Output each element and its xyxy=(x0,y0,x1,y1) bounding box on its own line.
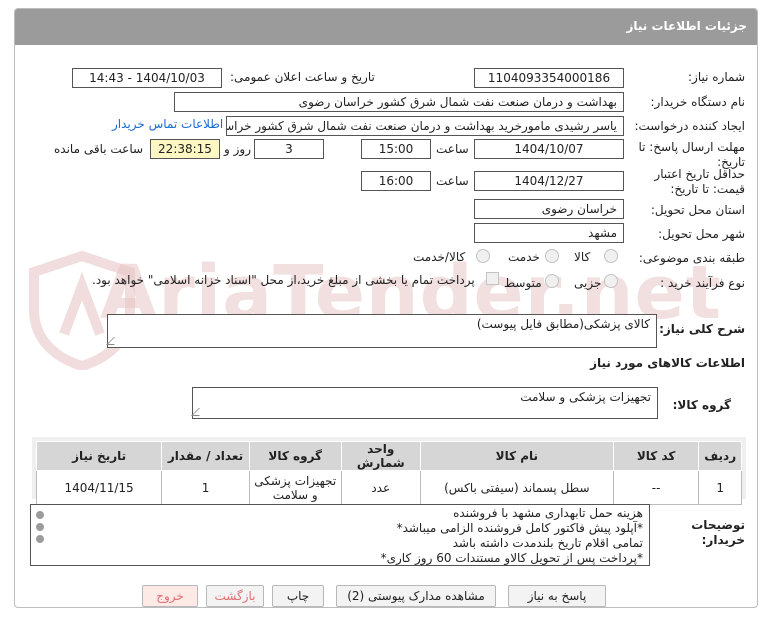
notes-line: *آپلود پیش فاکتور کامل فروشنده الزامی می… xyxy=(396,521,643,535)
general-desc-text: کالای پزشکی(مطابق فایل پیوست) xyxy=(476,317,650,331)
col-date-header: تاریخ نیاز xyxy=(35,441,163,471)
cell-group: تجهیزات پزشکی و سلامت xyxy=(248,470,342,505)
print-button[interactable]: چاپ xyxy=(272,585,324,607)
need-number-label: شماره نیاز: xyxy=(688,70,745,84)
validity-time-field: 16:00 xyxy=(361,171,431,191)
reply-date-field: 1404/10/07 xyxy=(474,139,624,159)
process-minor-label: جزیی xyxy=(574,276,602,290)
notes-line: هزینه حمل تابهداری مشهد با فروشنده xyxy=(453,506,643,520)
validity-hour-label: ساعت xyxy=(436,174,469,188)
goods-group-text: تجهیزات پزشکی و سلامت xyxy=(520,390,651,404)
resize-grip[interactable] xyxy=(106,337,122,345)
col-name-header: نام کالا xyxy=(419,441,614,471)
col-code-header: کد کالا xyxy=(612,441,700,471)
process-type-label: نوع فرآیند خرید : xyxy=(660,276,745,290)
category-service-label: خدمت xyxy=(508,250,540,264)
city-field: مشهد xyxy=(474,223,624,243)
goods-group-label: گروه کالا: xyxy=(672,398,731,412)
items-info-title: اطلاعات کالاهای مورد نیاز xyxy=(590,356,745,370)
delivery-province-label: استان محل تحویل: xyxy=(650,203,745,217)
category-goods-radio[interactable] xyxy=(604,249,618,263)
treasury-note: پرداخت تمام یا بخشی از مبلغ خرید،از محل … xyxy=(92,273,475,287)
cell-unit: عدد xyxy=(340,470,421,505)
scroll-thumb-icon[interactable] xyxy=(36,523,44,531)
resize-grip[interactable] xyxy=(191,408,207,416)
cell-code: -- xyxy=(612,470,700,505)
process-medium-radio[interactable] xyxy=(545,274,559,288)
buyer-notes-label: توضیحات خریدار: xyxy=(691,518,745,547)
buyer-org-field: بهداشت و درمان صنعت نفت شمال شرق کشور خر… xyxy=(174,92,624,112)
col-qty-header: تعداد / مقدار xyxy=(161,441,250,471)
scroll-down-icon[interactable] xyxy=(36,535,44,543)
category-both-label: کالا/خدمت xyxy=(413,250,466,264)
buyer-contact-link[interactable]: اطلاعات تماس خریدار xyxy=(112,117,223,131)
days-label: روز و xyxy=(224,142,251,156)
notes-line: تمامی اقلام تاریخ بلندمدت داشته باشد xyxy=(452,536,643,550)
table-row: 1 -- سطل پسماند (سیفتی باکس) عدد تجهیزات… xyxy=(35,470,742,505)
reply-hour-label: ساعت xyxy=(436,142,469,156)
announce-datetime-field: 1404/10/03 - 14:43 xyxy=(72,68,222,88)
table-header-row: ردیف کد کالا نام کالا واحد شمارش گروه کا… xyxy=(35,441,742,471)
notes-line: *پرداخت پس از تحویل کالاو مستندات 60 روز… xyxy=(380,551,643,565)
notes-scrollbar[interactable] xyxy=(34,507,46,562)
province-field: خراسان رضوی xyxy=(474,199,624,219)
items-table-wrap: ردیف کد کالا نام کالا واحد شمارش گروه کا… xyxy=(32,437,746,505)
need-number-field: 1104093354000186 xyxy=(474,68,624,88)
cell-name: سطل پسماند (سیفتی باکس) xyxy=(419,470,614,505)
view-attachments-button[interactable]: مشاهده مدارک پیوستی (2) xyxy=(336,585,496,607)
remaining-time-field: 22:38:15 xyxy=(150,139,220,159)
buyer-org-label: نام دستگاه خریدار: xyxy=(650,95,746,109)
price-validity-label: حداقل تاریخ اعتبار قیمت: تا تاریخ: xyxy=(654,167,745,196)
treasury-checkbox[interactable] xyxy=(486,272,499,285)
reply-deadline-label: مهلت ارسال پاسخ: تا تاریخ: xyxy=(638,140,745,169)
exit-button[interactable]: خروج xyxy=(142,585,198,607)
col-group-header: گروه کالا xyxy=(248,441,342,471)
requester-label: ایجاد کننده درخواست: xyxy=(634,119,745,133)
reply-time-field: 15:00 xyxy=(361,139,431,159)
process-medium-label: متوسط xyxy=(504,276,542,290)
items-table: ردیف کد کالا نام کالا واحد شمارش گروه کا… xyxy=(35,441,742,505)
reply-button[interactable]: پاسخ به نیاز xyxy=(508,585,606,607)
category-label: طبقه بندی موضوعی: xyxy=(638,251,745,265)
announce-datetime-label: تاریخ و ساعت اعلان عمومی: xyxy=(230,70,375,84)
category-both-radio[interactable] xyxy=(476,249,490,263)
days-field: 3 xyxy=(254,139,324,159)
general-desc-label: شرح کلی نیاز: xyxy=(659,322,745,336)
page-title: جزئیات اطلاعات نیاز xyxy=(626,19,747,33)
category-goods-label: کالا xyxy=(574,250,591,264)
general-desc-box: کالای پزشکی(مطابق فایل پیوست) xyxy=(106,314,657,348)
scroll-up-icon[interactable] xyxy=(36,511,44,519)
validity-date-field: 1404/12/27 xyxy=(474,171,624,191)
cell-qty: 1 xyxy=(161,470,250,505)
goods-group-box: تجهیزات پزشکی و سلامت xyxy=(191,387,658,419)
cell-date: 1404/11/15 xyxy=(35,470,163,505)
requester-field: یاسر رشیدی مامورخرید بهداشت و درمان صنعت… xyxy=(226,116,624,136)
col-row-header: ردیف xyxy=(698,441,742,471)
category-service-radio[interactable] xyxy=(545,249,559,263)
col-unit-header: واحد شمارش xyxy=(340,441,421,471)
delivery-city-label: شهر محل تحویل: xyxy=(658,227,745,241)
remaining-label: ساعت باقی مانده xyxy=(54,142,144,156)
back-button[interactable]: بازگشت xyxy=(206,585,264,607)
process-minor-radio[interactable] xyxy=(604,274,618,288)
buyer-notes-box[interactable]: هزینه حمل تابهداری مشهد با فروشنده *آپلو… xyxy=(30,504,650,566)
cell-row: 1 xyxy=(698,470,742,505)
